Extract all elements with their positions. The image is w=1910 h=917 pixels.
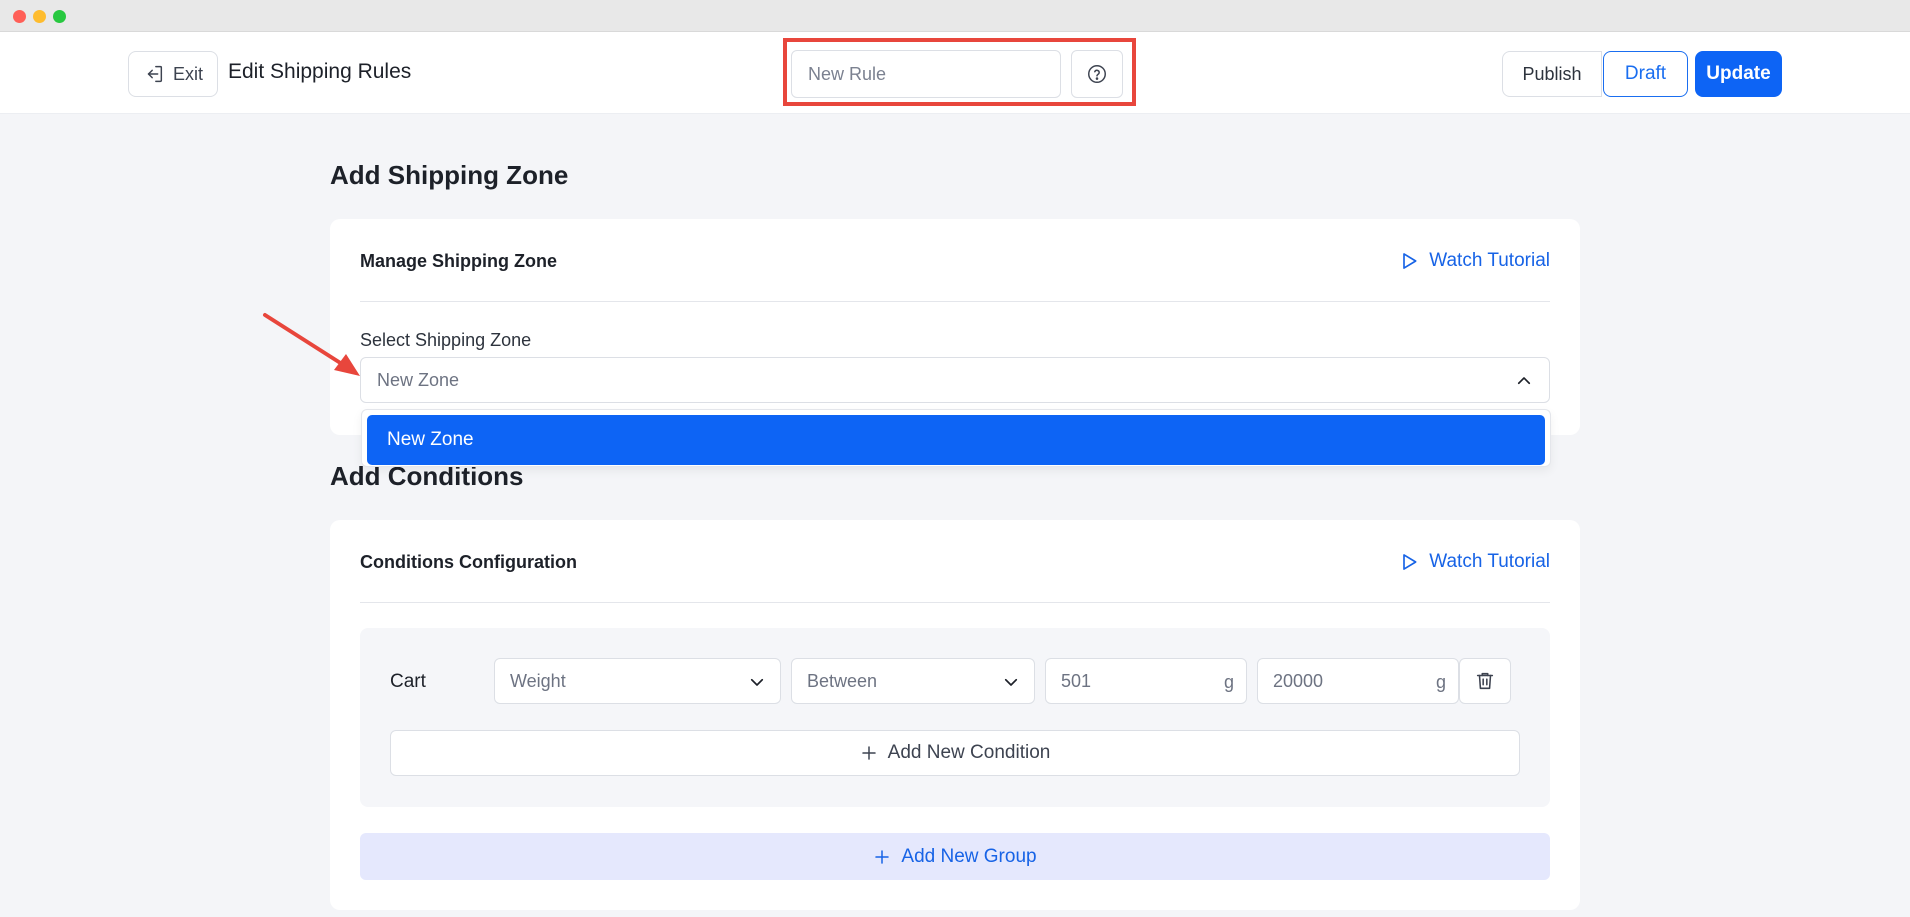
condition-min-input[interactable]: 501 g <box>1045 658 1247 704</box>
condition-attribute-select[interactable]: Weight <box>494 658 781 704</box>
add-group-label: Add New Group <box>901 845 1037 867</box>
chevron-up-icon <box>1517 377 1531 385</box>
condition-max-input[interactable]: 20000 g <box>1257 658 1459 704</box>
condition-max-value: 20000 <box>1273 670 1324 691</box>
condition-operator-value: Between <box>807 670 878 691</box>
conditions-tutorial-link[interactable]: Watch Tutorial <box>1399 551 1550 573</box>
play-icon <box>1403 554 1417 570</box>
publish-button[interactable]: Publish <box>1502 51 1602 97</box>
zone-dropdown-menu: New Zone <box>361 409 1551 467</box>
add-condition-label: Add New Condition <box>887 742 1051 763</box>
add-condition-button[interactable]: Add New Condition <box>390 730 1520 776</box>
window-close-button[interactable] <box>13 10 26 23</box>
zone-option-new-zone[interactable]: New Zone <box>367 415 1545 465</box>
zone-select-label: Select Shipping Zone <box>360 330 532 350</box>
shipping-zone-card-title: Manage Shipping Zone <box>360 251 557 271</box>
chevron-down-icon <box>750 678 764 686</box>
zone-select[interactable]: New Zone <box>360 357 1550 403</box>
chevron-down-icon <box>1004 678 1018 686</box>
condition-attribute-value: Weight <box>510 670 566 691</box>
shipping-zone-card: Manage Shipping Zone Watch Tutorial Sele… <box>330 219 1580 435</box>
delete-condition-button[interactable] <box>1459 658 1511 704</box>
rule-name-input[interactable] <box>791 50 1061 98</box>
exit-icon <box>147 65 163 83</box>
shipping-zone-section-title: Add Shipping Zone <box>330 160 569 190</box>
condition-group: Cart Weight Between 501 g 20000 g Add Ne… <box>360 628 1550 807</box>
exit-label: Exit <box>172 63 203 84</box>
condition-row-label: Cart <box>390 671 426 692</box>
conditions-card: Conditions Configuration Watch Tutorial … <box>330 520 1580 910</box>
play-icon <box>1403 253 1417 269</box>
condition-min-unit: g <box>1223 672 1234 692</box>
add-group-button[interactable]: Add New Group <box>360 833 1550 880</box>
window-titlebar <box>0 0 1910 32</box>
tutorial-label: Watch Tutorial <box>1429 250 1550 271</box>
condition-operator-select[interactable]: Between <box>791 658 1035 704</box>
condition-max-unit: g <box>1435 672 1446 692</box>
page-title: Edit Shipping Rules <box>228 60 412 83</box>
draft-button[interactable]: Draft <box>1603 51 1688 97</box>
zone-select-value: New Zone <box>377 369 460 390</box>
help-button[interactable] <box>1071 50 1123 98</box>
condition-min-value: 501 <box>1061 670 1092 691</box>
plus-icon <box>875 849 890 864</box>
update-button[interactable]: Update <box>1695 51 1782 97</box>
help-icon <box>1088 65 1106 83</box>
exit-button[interactable]: Exit <box>128 51 218 97</box>
window-maximize-button[interactable] <box>53 10 66 23</box>
window-minimize-button[interactable] <box>33 10 46 23</box>
conditions-card-header: Conditions Configuration Watch Tutorial <box>360 520 1550 603</box>
trash-icon <box>1476 672 1494 690</box>
plus-icon <box>861 746 876 760</box>
conditions-card-title: Conditions Configuration <box>360 552 577 572</box>
top-bar: Exit Edit Shipping Rules Publish Draft U… <box>0 32 1910 114</box>
shipping-zone-card-header: Manage Shipping Zone Watch Tutorial <box>360 219 1550 302</box>
tutorial-label: Watch Tutorial <box>1429 551 1550 572</box>
shipping-zone-tutorial-link[interactable]: Watch Tutorial <box>1399 250 1550 272</box>
